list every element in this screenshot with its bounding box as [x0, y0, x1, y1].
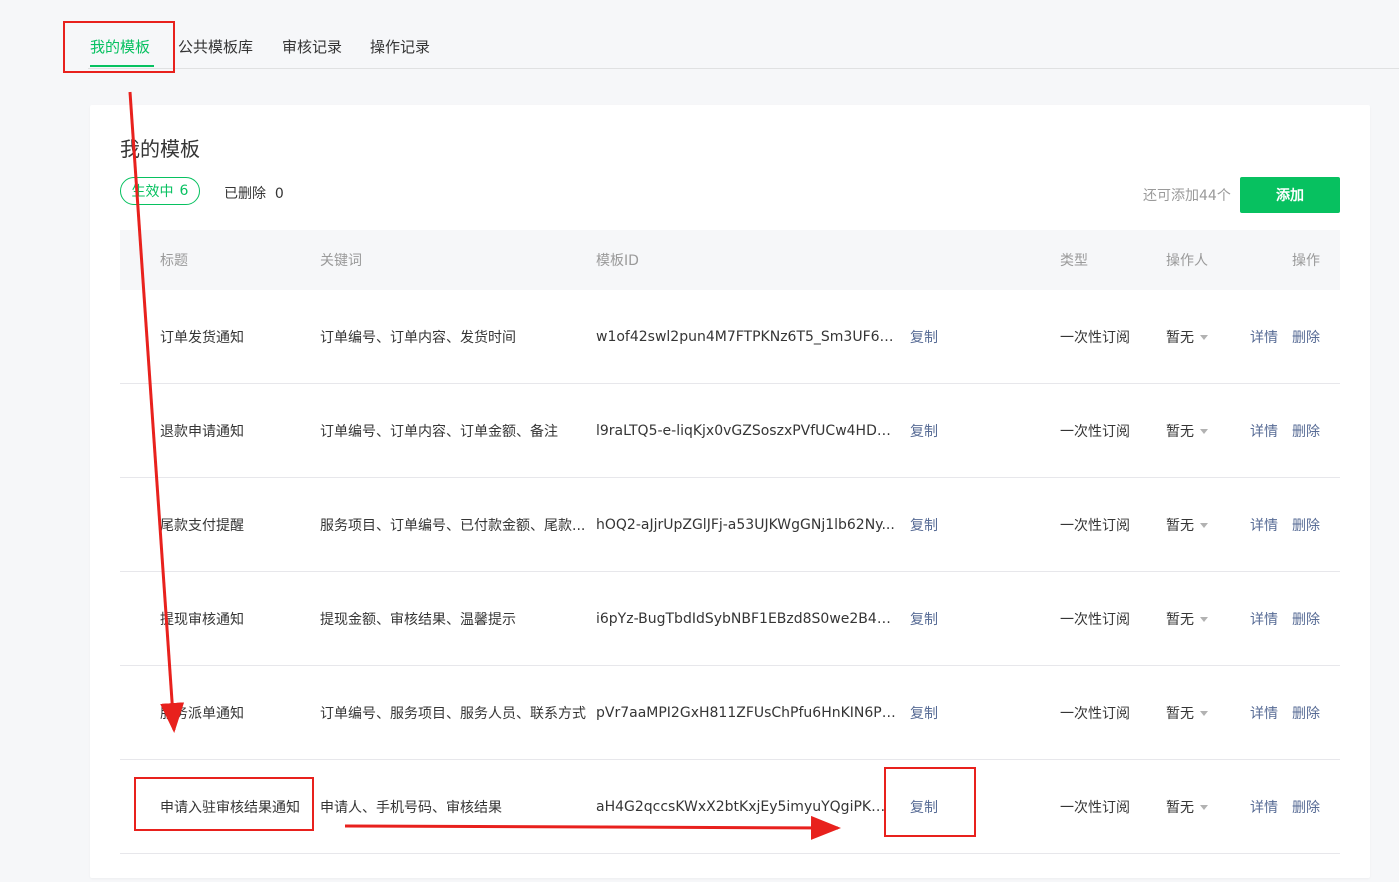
copy-id-button[interactable]: 复制: [910, 515, 938, 535]
row-title: 退款申请通知: [160, 423, 244, 440]
row-operator: 暂无: [1166, 423, 1194, 440]
table-row: 申请入驻审核结果通知 申请人、手机号码、审核结果 aH4G2qccsKWxX2b…: [120, 760, 1340, 854]
caret-down-icon: [1200, 805, 1208, 810]
remaining-quota: 还可添加44个: [1143, 188, 1231, 204]
caret-down-icon: [1200, 617, 1208, 622]
caret-down-icon: [1200, 429, 1208, 434]
table-row: 退款申请通知 订单编号、订单内容、订单金额、备注 l9raLTQ5-e-liqK…: [120, 384, 1340, 478]
caret-down-icon: [1200, 335, 1208, 340]
row-type: 一次性订阅: [1060, 423, 1130, 440]
operator-dropdown[interactable]: 暂无: [1166, 421, 1208, 441]
row-template-id: l9raLTQ5-e-liqKjx0vGZSoszxPVfUCw4HDK...: [596, 422, 896, 439]
row-title: 提现审核通知: [160, 611, 244, 628]
copy-id-button[interactable]: 复制: [910, 327, 938, 347]
deleted-filter-label: 已删除: [224, 186, 266, 202]
table-header: 标题 关键词 模板ID 类型 操作人 操作: [120, 230, 1340, 290]
row-operator: 暂无: [1166, 517, 1194, 534]
row-template-id: hOQ2-aJjrUpZGlJFj-a53UJKWgGNj1lb62Ny...: [596, 516, 895, 533]
row-operator: 暂无: [1166, 799, 1194, 816]
detail-link[interactable]: 详情: [1250, 515, 1278, 535]
row-template-id: aH4G2qccsKWxX2btKxjEy5imyuYQgiPKMp...: [596, 798, 896, 815]
active-tab-indicator: [90, 65, 154, 67]
tab-public-library[interactable]: 公共模板库: [178, 36, 253, 57]
row-keywords: 订单编号、订单内容、订单金额、备注: [320, 423, 558, 440]
row-keywords: 服务项目、订单编号、已付款金额、尾款...: [320, 517, 586, 534]
row-template-id: w1of42swl2pun4M7FTPKNz6T5_Sm3UF6ig...: [596, 328, 896, 345]
row-title: 申请入驻审核结果通知: [160, 799, 300, 816]
active-filter-label: 生效中: [131, 184, 174, 200]
deleted-filter-count: 0: [274, 186, 284, 202]
detail-link[interactable]: 详情: [1250, 327, 1278, 347]
delete-link[interactable]: 删除: [1292, 421, 1320, 441]
row-title: 服务派单通知: [160, 705, 244, 722]
templates-table: 标题 关键词 模板ID 类型 操作人 操作 订单发货通知 订单编号、订单内容、发…: [120, 230, 1340, 854]
delete-link[interactable]: 删除: [1292, 515, 1320, 535]
detail-link[interactable]: 详情: [1250, 797, 1278, 817]
copy-id-button[interactable]: 复制: [910, 609, 938, 629]
row-type: 一次性订阅: [1060, 799, 1130, 816]
operator-dropdown[interactable]: 暂无: [1166, 703, 1208, 723]
operator-dropdown[interactable]: 暂无: [1166, 515, 1208, 535]
delete-link[interactable]: 删除: [1292, 703, 1320, 723]
operator-dropdown[interactable]: 暂无: [1166, 609, 1208, 629]
copy-id-button[interactable]: 复制: [910, 421, 938, 441]
row-keywords: 申请人、手机号码、审核结果: [320, 799, 502, 816]
delete-link[interactable]: 删除: [1292, 797, 1320, 817]
active-filter-count: 6: [179, 183, 189, 199]
header-title: 标题: [160, 253, 188, 269]
row-keywords: 提现金额、审核结果、温馨提示: [320, 611, 516, 628]
header-actions: 操作: [1292, 253, 1320, 269]
header-operator: 操作人: [1166, 253, 1208, 269]
row-type: 一次性订阅: [1060, 705, 1130, 722]
row-template-id: pVr7aaMPI2GxH811ZFUsChPfu6HnKIN6Pg...: [596, 704, 896, 721]
operator-dropdown[interactable]: 暂无: [1166, 327, 1208, 347]
header-keywords: 关键词: [320, 253, 362, 269]
table-row: 订单发货通知 订单编号、订单内容、发货时间 w1of42swl2pun4M7FT…: [120, 290, 1340, 384]
row-type: 一次性订阅: [1060, 611, 1130, 628]
delete-link[interactable]: 删除: [1292, 609, 1320, 629]
header-template-id: 模板ID: [596, 253, 639, 269]
tab-my-templates[interactable]: 我的模板: [90, 36, 150, 57]
active-filter-pill[interactable]: 生效中 6: [120, 177, 200, 205]
operator-dropdown[interactable]: 暂无: [1166, 797, 1208, 817]
row-type: 一次性订阅: [1060, 329, 1130, 346]
caret-down-icon: [1200, 523, 1208, 528]
delete-link[interactable]: 删除: [1292, 327, 1320, 347]
row-title: 尾款支付提醒: [160, 517, 244, 534]
caret-down-icon: [1200, 711, 1208, 716]
copy-id-button[interactable]: 复制: [910, 703, 938, 723]
table-row: 尾款支付提醒 服务项目、订单编号、已付款金额、尾款... hOQ2-aJjrUp…: [120, 478, 1340, 572]
card-title: 我的模板: [120, 137, 200, 161]
table-row: 服务派单通知 订单编号、服务项目、服务人员、联系方式 pVr7aaMPI2GxH…: [120, 666, 1340, 760]
tab-bar: 我的模板 公共模板库 审核记录 操作记录: [88, 0, 1399, 69]
detail-link[interactable]: 详情: [1250, 703, 1278, 723]
deleted-filter[interactable]: 已删除 0: [224, 183, 284, 203]
detail-link[interactable]: 详情: [1250, 421, 1278, 441]
tab-review-records[interactable]: 审核记录: [282, 36, 342, 57]
row-title: 订单发货通知: [160, 329, 244, 346]
add-template-button[interactable]: 添加: [1240, 177, 1340, 213]
table-row: 提现审核通知 提现金额、审核结果、温馨提示 i6pYz-BugTbdIdSybN…: [120, 572, 1340, 666]
templates-card: 我的模板 生效中 6 已删除 0 还可添加44个 添加 标题 关键词 模板ID …: [90, 105, 1370, 878]
row-operator: 暂无: [1166, 705, 1194, 722]
row-keywords: 订单编号、服务项目、服务人员、联系方式: [320, 705, 586, 722]
copy-id-button[interactable]: 复制: [910, 797, 938, 817]
header-type: 类型: [1060, 253, 1088, 269]
row-operator: 暂无: [1166, 611, 1194, 628]
row-keywords: 订单编号、订单内容、发货时间: [320, 329, 516, 346]
tab-operation-records[interactable]: 操作记录: [370, 36, 430, 57]
detail-link[interactable]: 详情: [1250, 609, 1278, 629]
row-template-id: i6pYz-BugTbdIdSybNBF1EBzd8S0we2B4w6...: [596, 610, 896, 627]
row-type: 一次性订阅: [1060, 517, 1130, 534]
row-operator: 暂无: [1166, 329, 1194, 346]
